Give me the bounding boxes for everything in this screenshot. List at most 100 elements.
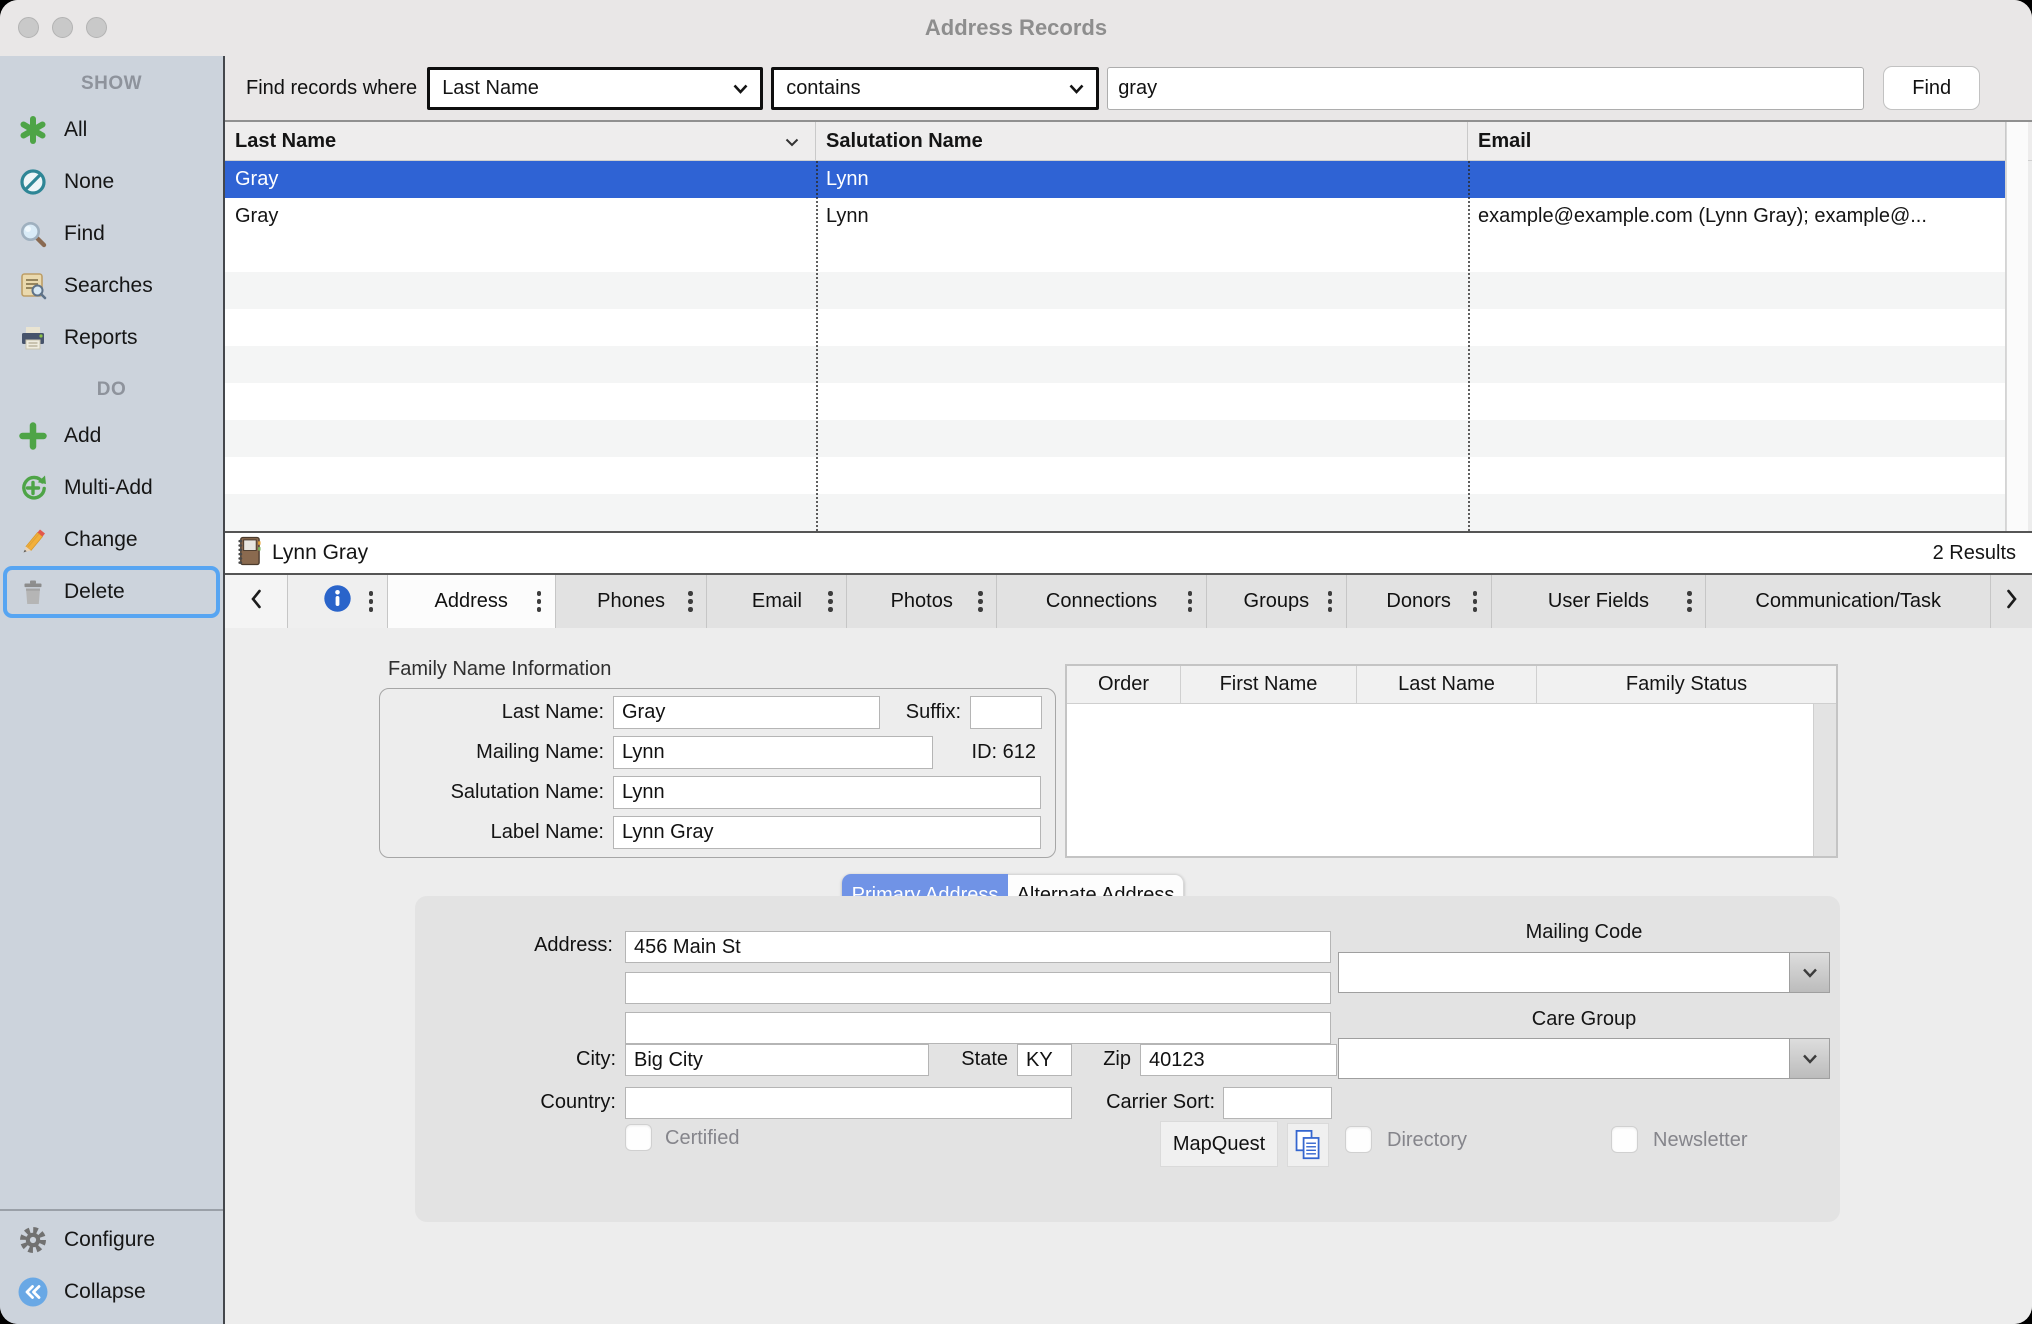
find-button[interactable]: Find — [1883, 66, 1980, 110]
sidebar-do-header: DO — [0, 364, 223, 410]
tabs-back-button[interactable] — [225, 575, 287, 628]
column-header-first-name[interactable]: First Name — [1180, 666, 1356, 703]
label-name-field[interactable] — [613, 816, 1041, 849]
tab-address[interactable]: Address — [387, 575, 555, 628]
table-row-selected[interactable]: Gray Lynn — [225, 161, 2006, 198]
address-book-icon — [235, 535, 262, 572]
record-detail: Family Name Information Last Name: Suffi… — [225, 628, 2032, 1324]
certified-checkbox[interactable] — [625, 1124, 652, 1151]
sidebar-item-reports[interactable]: Reports — [0, 312, 223, 364]
tab-options-dots[interactable] — [369, 591, 374, 612]
address-line3-field[interactable] — [625, 1012, 1331, 1044]
sidebar-item-label: Collapse — [64, 1280, 146, 1304]
sidebar-item-collapse[interactable]: Collapse — [0, 1266, 223, 1318]
column-header-email[interactable]: Email — [1468, 122, 2006, 160]
tab-info[interactable] — [287, 575, 387, 628]
mailing-code-dropdown[interactable] — [1338, 952, 1830, 993]
sidebar-item-searches[interactable]: Searches — [0, 260, 223, 312]
directory-checkbox[interactable] — [1345, 1126, 1372, 1153]
tab-donors[interactable]: Donors — [1346, 575, 1491, 628]
directory-label: Directory — [1387, 1129, 1467, 1152]
care-group-dropdown[interactable] — [1338, 1038, 1830, 1079]
sidebar-item-label: Find — [64, 222, 105, 246]
sidebar-item-label: Reports — [64, 326, 138, 350]
tab-options-dots[interactable] — [1473, 591, 1478, 612]
chevron-down-icon[interactable] — [1789, 1039, 1829, 1078]
scroll-search-icon — [17, 270, 49, 302]
column-header-order[interactable]: Order — [1067, 666, 1180, 703]
sidebar-item-find[interactable]: Find — [0, 208, 223, 260]
state-field[interactable] — [1017, 1044, 1072, 1076]
empty-row — [225, 235, 2006, 272]
salutation-name-row: Salutation Name: — [380, 775, 1041, 809]
zip-field[interactable] — [1140, 1044, 1337, 1076]
column-header-last-name[interactable]: Last Name — [225, 122, 816, 160]
family-section-title: Family Name Information — [388, 658, 611, 681]
operator-dropdown[interactable]: contains — [771, 67, 1099, 110]
mailing-code-label: Mailing Code — [1338, 921, 1830, 944]
table-row[interactable]: Gray Lynn example@example.com (Lynn Gray… — [225, 198, 2006, 235]
zip-label: Zip — [1093, 1048, 1131, 1071]
tab-photos[interactable]: Photos — [846, 575, 996, 628]
collapse-icon — [17, 1276, 49, 1308]
sidebar-item-multi-add[interactable]: Multi-Add — [0, 462, 223, 514]
sidebar-item-change[interactable]: Change — [0, 514, 223, 566]
scrollbar-track[interactable] — [1813, 704, 1836, 856]
tab-phones[interactable]: Phones — [555, 575, 707, 628]
sidebar-item-delete[interactable]: Delete — [3, 566, 220, 618]
label-name-label: Label Name: — [380, 821, 613, 844]
family-members-header: Order First Name Last Name Family Status — [1067, 666, 1836, 704]
mapquest-button[interactable]: MapQuest — [1160, 1121, 1278, 1167]
tab-connections[interactable]: Connections — [996, 575, 1206, 628]
tab-options-dots[interactable] — [1687, 591, 1692, 612]
city-label: City: — [475, 1048, 616, 1071]
chevron-right-icon — [2006, 589, 2018, 615]
address-line2-field[interactable] — [625, 972, 1331, 1004]
sidebar-item-add[interactable]: Add — [0, 410, 223, 462]
chevron-down-icon[interactable] — [1789, 953, 1829, 992]
empty-row — [225, 457, 2006, 494]
last-name-label: Last Name: — [380, 701, 613, 724]
mailing-name-field[interactable] — [613, 736, 933, 769]
carrier-sort-field[interactable] — [1223, 1087, 1332, 1119]
tabs-forward-button[interactable] — [1990, 575, 2032, 628]
suffix-field[interactable] — [970, 696, 1042, 729]
sidebar-item-label: Change — [64, 528, 138, 552]
field-dropdown[interactable]: Last Name — [427, 67, 763, 110]
sort-chevron-icon — [785, 130, 799, 153]
tab-options-dots[interactable] — [1188, 591, 1193, 612]
column-header-last-name[interactable]: Last Name — [1356, 666, 1536, 703]
no-entry-icon — [17, 166, 49, 198]
sidebar-item-none[interactable]: None — [0, 156, 223, 208]
copy-address-button[interactable] — [1287, 1123, 1329, 1167]
sidebar-footer: Configure Collapse — [0, 1209, 223, 1324]
empty-row — [225, 420, 2006, 457]
tab-user-fields[interactable]: User Fields — [1491, 575, 1706, 628]
certified-label: Certified — [665, 1127, 739, 1150]
salutation-name-field[interactable] — [613, 776, 1041, 809]
tab-options-dots[interactable] — [537, 591, 542, 612]
newsletter-checkbox[interactable] — [1611, 1126, 1638, 1153]
tab-options-dots[interactable] — [688, 591, 693, 612]
sidebar-item-all[interactable]: All — [0, 104, 223, 156]
search-input[interactable] — [1107, 67, 1864, 110]
tab-options-dots[interactable] — [1328, 591, 1333, 612]
country-field[interactable] — [625, 1087, 1072, 1119]
sidebar-item-configure[interactable]: Configure — [0, 1214, 223, 1266]
tab-options-dots[interactable] — [828, 591, 833, 612]
scrollbar-track[interactable] — [2006, 122, 2028, 531]
printer-icon — [17, 322, 49, 354]
column-header-family-status[interactable]: Family Status — [1536, 666, 1836, 703]
address-line1-field[interactable] — [625, 931, 1331, 963]
last-name-field[interactable] — [613, 696, 880, 729]
tab-email[interactable]: Email — [706, 575, 846, 628]
copy-pages-icon — [1293, 1128, 1323, 1162]
tab-groups[interactable]: Groups — [1206, 575, 1346, 628]
empty-row — [225, 309, 2006, 346]
tab-communication-task[interactable]: Communication/Task — [1705, 575, 1990, 628]
city-field[interactable] — [625, 1044, 929, 1076]
state-label: State — [945, 1048, 1008, 1071]
column-header-salutation-name[interactable]: Salutation Name — [816, 122, 1468, 160]
tab-options-dots[interactable] — [978, 591, 983, 612]
magnifier-icon — [17, 218, 49, 250]
